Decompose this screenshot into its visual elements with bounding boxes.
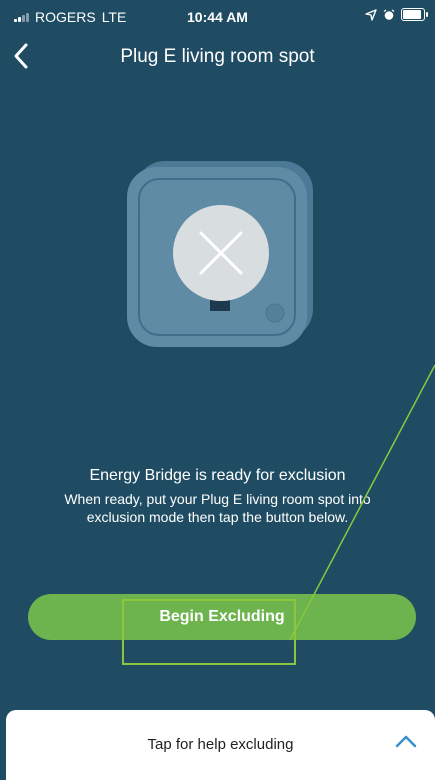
ready-message: Energy Bridge is ready for exclusion bbox=[89, 467, 346, 484]
instructions-text: When ready, put your Plug E living room … bbox=[64, 491, 371, 525]
nav-bar: Plug E living room spot bbox=[0, 36, 435, 80]
annotation-overlay bbox=[122, 364, 435, 665]
status-bar: ROGERS LTE 10:44 AM bbox=[0, 0, 435, 32]
status-right bbox=[365, 8, 428, 21]
chevron-up-icon[interactable] bbox=[395, 734, 417, 748]
battery-icon bbox=[401, 8, 428, 21]
help-label: Tap for help excluding bbox=[147, 736, 294, 753]
location-arrow-icon bbox=[365, 8, 377, 21]
begin-excluding-button[interactable]: Begin Excluding bbox=[28, 594, 416, 640]
begin-excluding-label: Begin Excluding bbox=[159, 608, 285, 625]
page-title: Plug E living room spot bbox=[120, 46, 315, 67]
device-illustration bbox=[125, 155, 315, 350]
close-x-icon bbox=[173, 205, 269, 301]
alarm-icon bbox=[383, 8, 395, 20]
